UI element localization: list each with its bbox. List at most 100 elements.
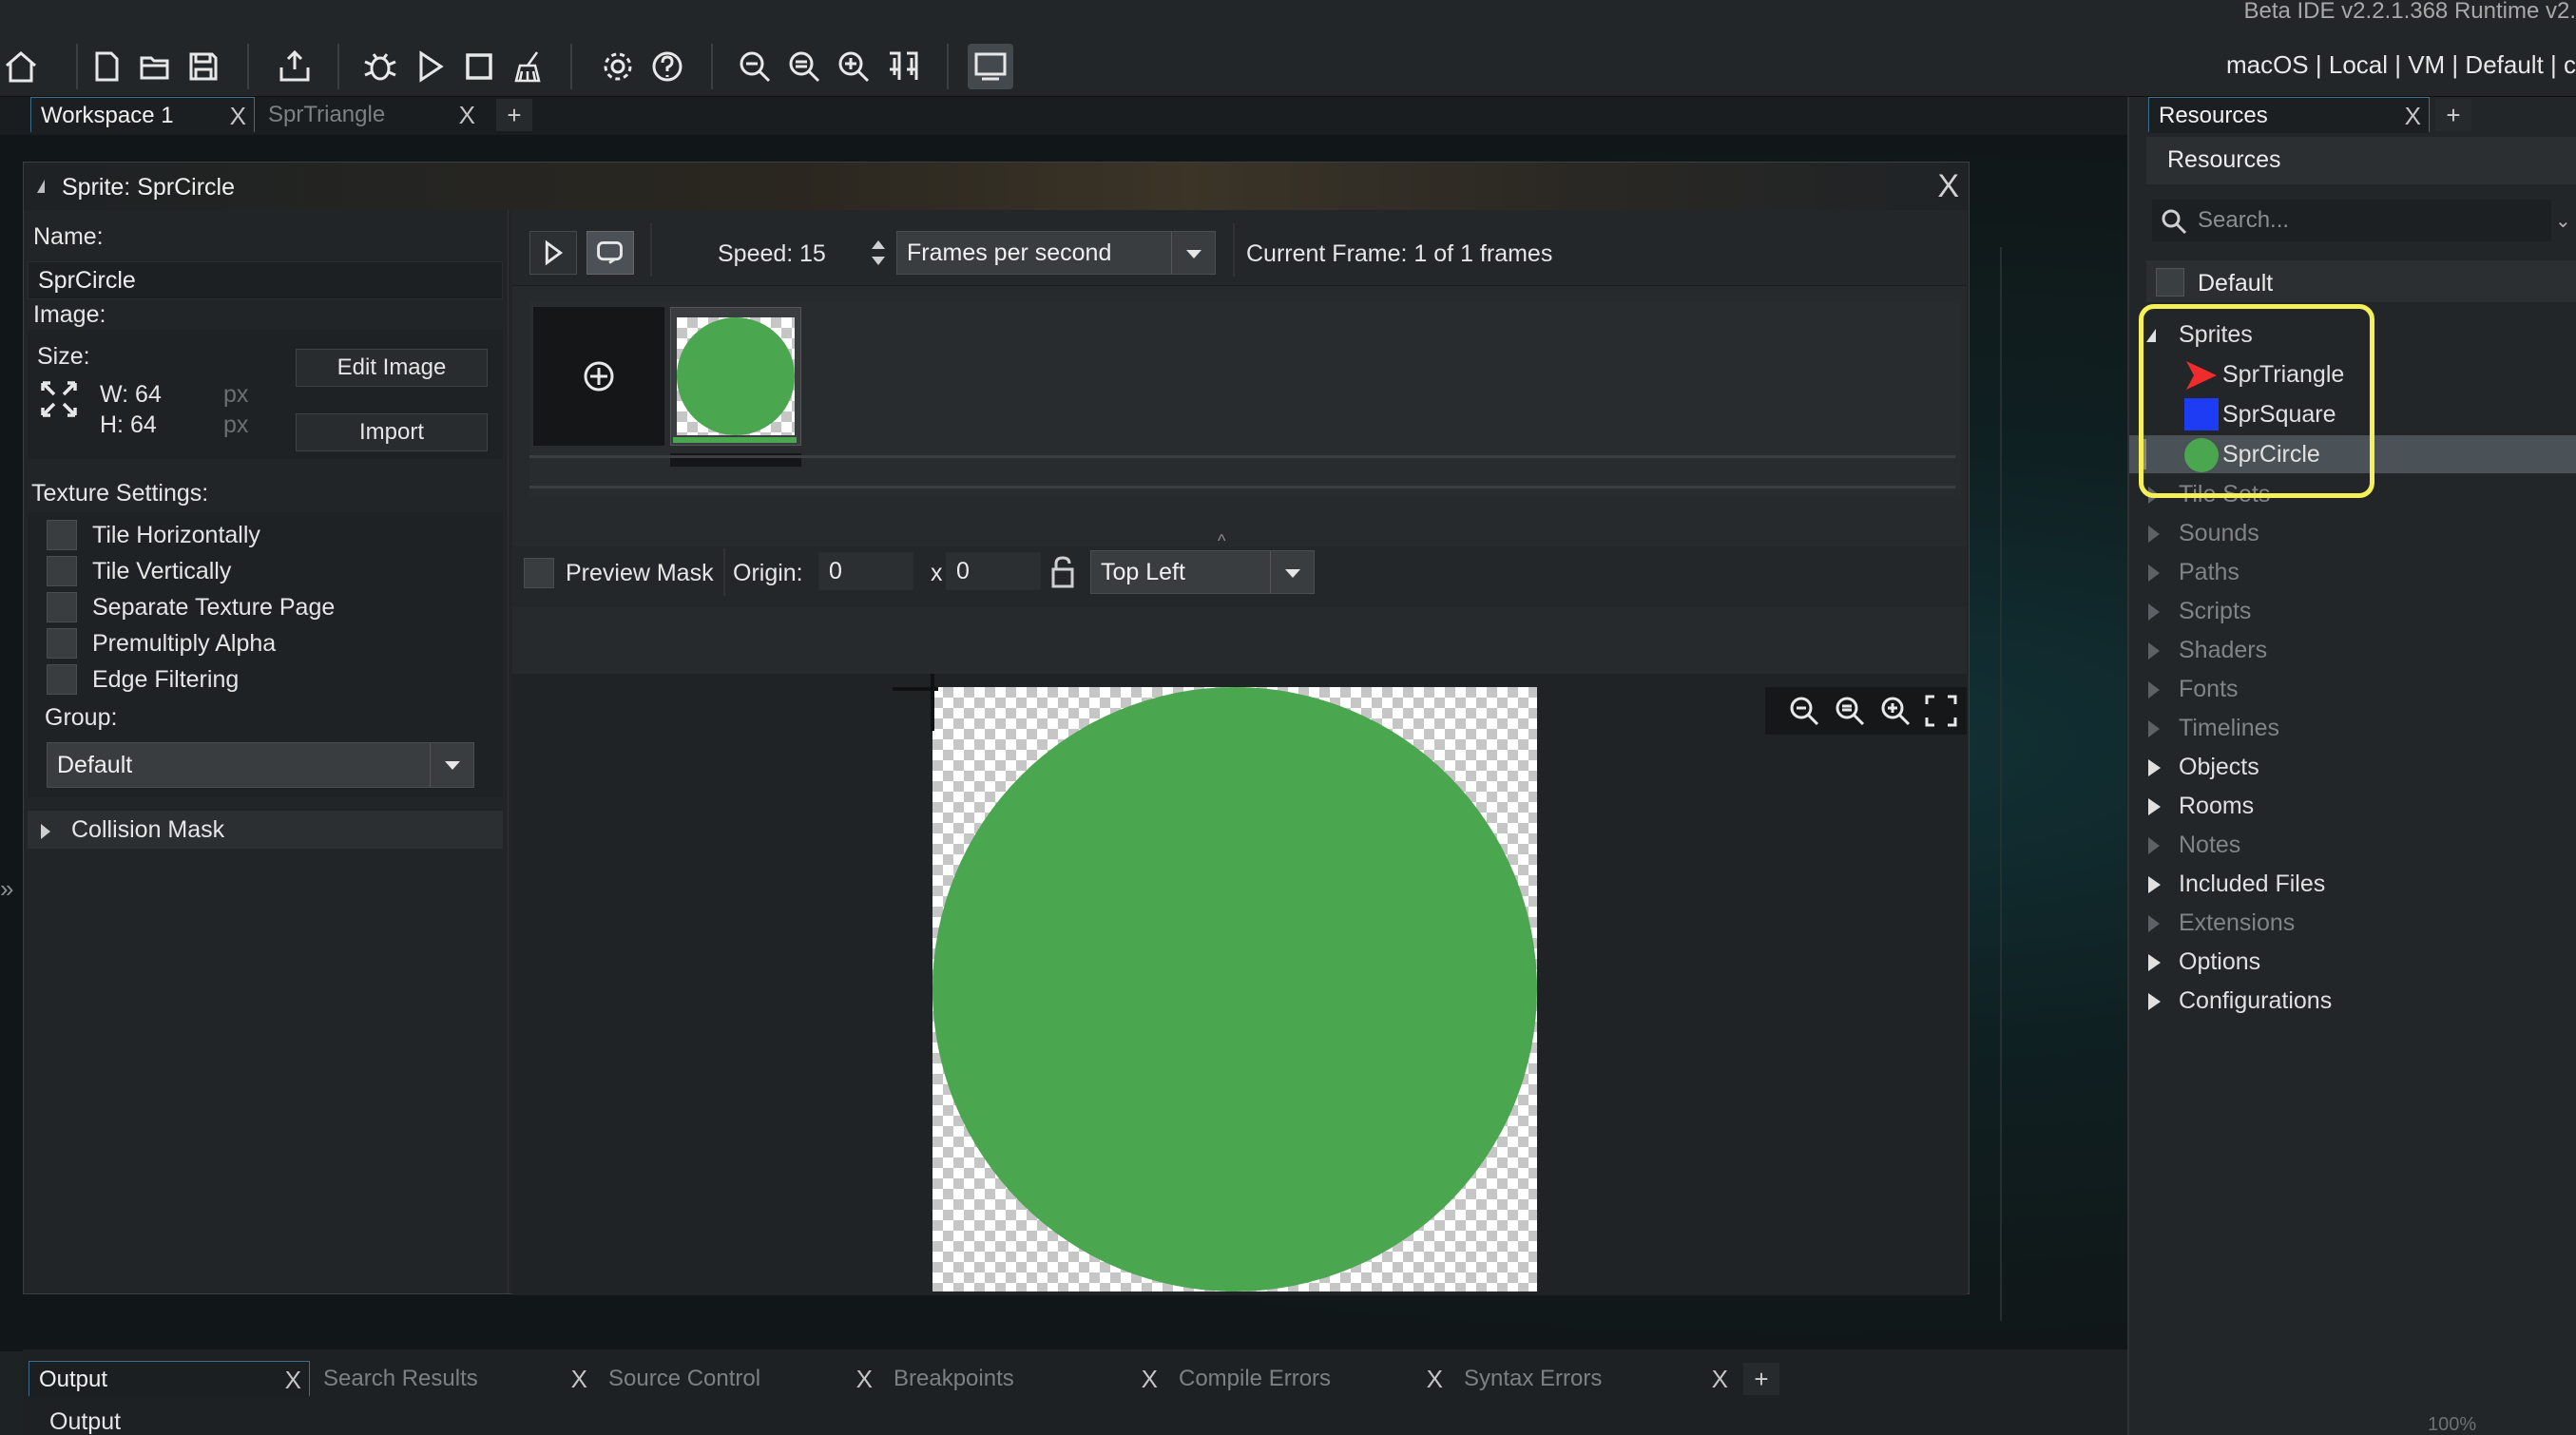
export-icon[interactable] <box>274 46 316 87</box>
origin-preset-dropdown[interactable]: Top Left <box>1090 550 1315 594</box>
tree-group-fonts[interactable]: Fonts <box>2129 670 2576 708</box>
add-tab-button[interactable]: + <box>1743 1363 1779 1395</box>
sprite-properties-panel: Name: SprCircle Image: Size: W: 64 H: 64… <box>24 210 509 1293</box>
zoom-in-icon[interactable] <box>1877 693 1913 729</box>
debug-icon[interactable] <box>359 46 401 87</box>
frame-thumbnail[interactable] <box>670 307 801 446</box>
close-tab-icon[interactable]: X <box>1427 1361 1443 1397</box>
tree-group-shaders[interactable]: Shaders <box>2129 631 2576 669</box>
origin-x-field[interactable]: 0 <box>818 552 913 590</box>
save-icon[interactable] <box>183 46 224 87</box>
tree-group-objects[interactable]: Objects <box>2129 748 2576 786</box>
premultiply-alpha-checkbox[interactable] <box>47 628 77 659</box>
add-frame-button[interactable] <box>533 307 664 446</box>
speed-unit-dropdown[interactable]: Frames per second <box>896 231 1216 275</box>
settings-icon[interactable] <box>597 46 639 87</box>
speed-value[interactable]: 15 <box>799 240 826 268</box>
zoom-reset-icon[interactable] <box>783 46 825 87</box>
preview-mask-checkbox[interactable] <box>524 558 554 588</box>
tree-group-paths[interactable]: Paths <box>2129 553 2576 591</box>
close-tab-icon[interactable]: X <box>856 1361 873 1397</box>
sprite-preview-canvas[interactable] <box>512 674 1967 1295</box>
tab-syntax-errors[interactable]: Syntax Errors X <box>1454 1361 1736 1397</box>
fullscreen-icon[interactable] <box>1923 693 1959 729</box>
tree-label: Sounds <box>2179 520 2259 546</box>
stop-icon[interactable] <box>458 46 500 87</box>
close-tab-icon[interactable]: X <box>1712 1361 1728 1397</box>
tree-label: Shaders <box>2179 637 2268 663</box>
zoom-out-icon[interactable] <box>1786 693 1822 729</box>
sprite-editor-window: Sprite: SprCircle X Name: SprCircle Imag… <box>23 162 1970 1295</box>
play-button[interactable] <box>529 231 577 275</box>
lock-icon[interactable] <box>1048 554 1077 590</box>
tree-group-scripts[interactable]: Scripts <box>2129 592 2576 630</box>
help-icon[interactable] <box>646 46 688 87</box>
build-target-selector[interactable]: macOS | Local | VM | Default | c <box>2226 50 2576 80</box>
edit-image-button[interactable]: Edit Image <box>296 349 488 387</box>
tree-group-included-files[interactable]: Included Files <box>2129 865 2576 903</box>
close-tab-icon[interactable]: X <box>459 97 475 133</box>
tile-horizontally-checkbox[interactable] <box>47 520 77 550</box>
tree-group-extensions[interactable]: Extensions <box>2129 904 2576 942</box>
tab-output[interactable]: Output X <box>29 1361 310 1397</box>
speed-label: Speed: <box>718 240 794 267</box>
close-tab-icon[interactable]: X <box>571 1361 587 1397</box>
tree-label: Scripts <box>2179 598 2252 624</box>
tree-group-configurations[interactable]: Configurations <box>2129 982 2576 1020</box>
close-tab-icon[interactable]: X <box>1142 1361 1158 1397</box>
add-tab-button[interactable]: + <box>496 99 532 131</box>
close-tab-icon[interactable]: X <box>285 1362 301 1398</box>
new-file-icon[interactable] <box>86 46 127 87</box>
tab-resources[interactable]: Resources X <box>2148 97 2430 133</box>
tab-workspace-1[interactable]: Workspace 1 X <box>30 97 255 133</box>
close-window-button[interactable]: X <box>1937 168 1959 205</box>
frame-thumbnail-checker <box>677 317 795 435</box>
tab-label: Breakpoints <box>894 1366 1014 1391</box>
tree-group-options[interactable]: Options <box>2129 943 2576 981</box>
tree-group-notes[interactable]: Notes <box>2129 826 2576 864</box>
tile-vertically-checkbox[interactable] <box>47 556 77 586</box>
speed-stepper[interactable] <box>868 235 889 273</box>
group-dropdown[interactable]: Default <box>47 742 474 788</box>
chevron-right-icon <box>2148 876 2161 893</box>
zoom-reset-icon[interactable] <box>1832 693 1868 729</box>
clean-icon[interactable] <box>508 46 549 87</box>
tab-source-control[interactable]: Source Control X <box>599 1361 880 1397</box>
chevron-down-icon[interactable]: ⌄ <box>2555 209 2571 233</box>
chevron-right-icon <box>2148 681 2160 698</box>
sprite-editor-titlebar[interactable] <box>24 163 1969 210</box>
tree-group-sounds[interactable]: Sounds <box>2129 514 2576 552</box>
origin-preset-value: Top Left <box>1101 559 1185 585</box>
frame-indicator <box>673 437 797 443</box>
name-field[interactable]: SprCircle <box>28 261 503 299</box>
home-icon[interactable] <box>0 46 42 87</box>
tree-group-timelines[interactable]: Timelines <box>2129 709 2576 747</box>
image-label: Image: <box>33 301 106 328</box>
tab-search-results[interactable]: Search Results X <box>314 1361 595 1397</box>
layout-icon[interactable] <box>882 46 924 87</box>
monitor-icon[interactable] <box>968 44 1013 89</box>
view-menu-icon[interactable] <box>2156 268 2184 297</box>
zoom-out-icon[interactable] <box>734 46 776 87</box>
tab-sprtriangle[interactable]: SprTriangle X <box>259 97 483 133</box>
loop-button[interactable] <box>586 231 634 275</box>
tab-compile-errors[interactable]: Compile Errors X <box>1169 1361 1451 1397</box>
zoom-in-icon[interactable] <box>833 46 875 87</box>
output-label: Output <box>49 1408 122 1435</box>
add-tab-button[interactable]: + <box>2435 99 2471 131</box>
origin-y-field[interactable]: 0 <box>946 552 1041 590</box>
group-label: Group: <box>45 704 118 731</box>
close-tab-icon[interactable]: X <box>2405 98 2421 134</box>
expand-left-icon[interactable]: » <box>0 874 13 904</box>
tab-breakpoints[interactable]: Breakpoints X <box>884 1361 1165 1397</box>
separate-texture-page-checkbox[interactable] <box>47 592 77 622</box>
run-icon[interactable] <box>409 46 451 87</box>
height-unit: px <box>223 411 249 438</box>
open-folder-icon[interactable] <box>134 46 176 87</box>
import-button[interactable]: Import <box>296 413 488 451</box>
edge-filtering-checkbox[interactable] <box>47 664 77 695</box>
close-tab-icon[interactable]: X <box>230 98 246 134</box>
collapse-icon[interactable] <box>37 180 45 193</box>
tree-group-rooms[interactable]: Rooms <box>2129 787 2576 825</box>
resize-icon[interactable] <box>39 379 79 419</box>
